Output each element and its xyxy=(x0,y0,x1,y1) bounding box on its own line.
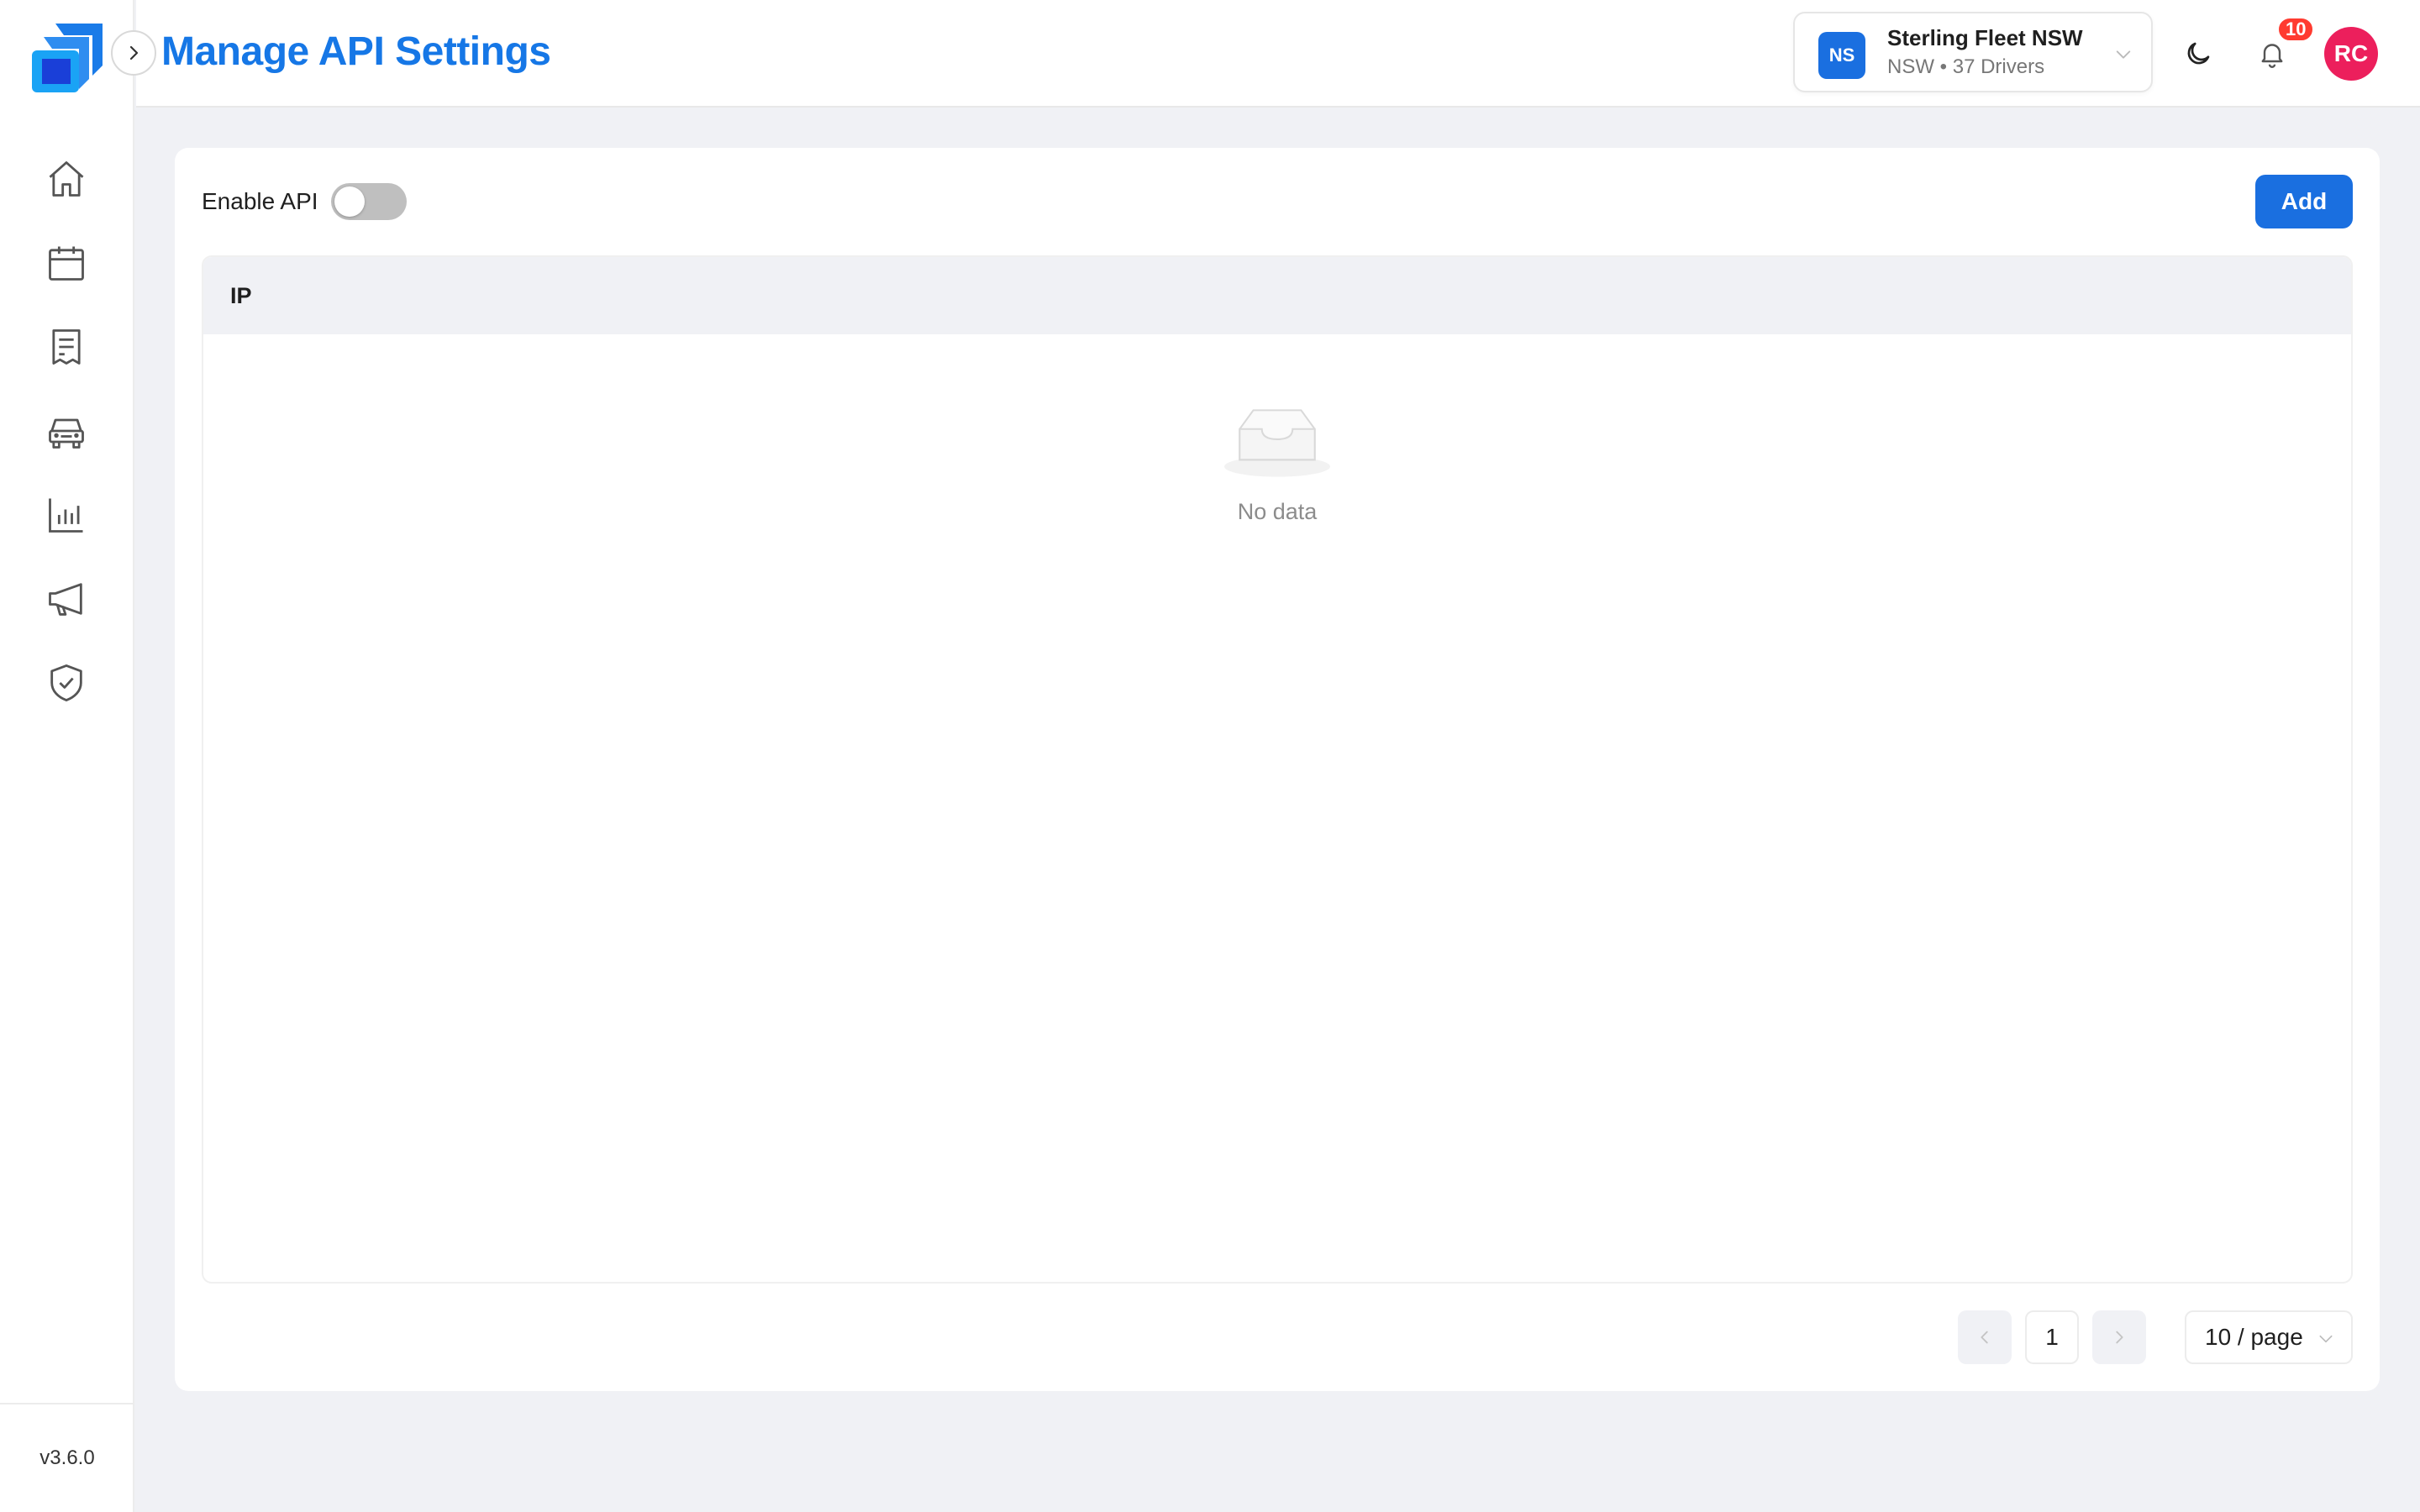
chevron-down-icon xyxy=(2319,1335,2333,1343)
page-size-select[interactable]: 10 / page xyxy=(2185,1310,2353,1364)
table-header: IP xyxy=(203,257,2351,334)
page-title: Manage API Settings xyxy=(161,29,551,74)
app-version: v3.6.0 xyxy=(0,1403,134,1512)
sidebar-expand-button[interactable] xyxy=(111,30,156,76)
bar-chart-icon xyxy=(49,498,83,533)
notification-count-badge: 10 xyxy=(2277,17,2315,42)
add-ip-button[interactable]: Add xyxy=(2255,175,2353,228)
api-settings-card: Enable API Add IP No data 1 10 / page xyxy=(175,148,2380,1391)
enable-api-toggle[interactable] xyxy=(331,183,407,220)
pagination-next-button[interactable] xyxy=(2092,1310,2146,1364)
sidebar-item-vehicles[interactable] xyxy=(42,407,91,455)
sidebar-item-compliance[interactable] xyxy=(42,659,91,707)
moon-icon xyxy=(2187,42,2210,65)
sidebar-item-bookings[interactable] xyxy=(42,323,91,371)
organization-selector[interactable]: NS Sterling Fleet NSW NSW • 37 Drivers xyxy=(1793,12,2153,92)
theme-toggle-button[interactable] xyxy=(2176,32,2220,76)
top-header: Manage API Settings NS Sterling Fleet NS… xyxy=(136,0,2420,108)
pagination-prev-button[interactable] xyxy=(1958,1310,2012,1364)
enable-api-label: Enable API xyxy=(202,188,318,214)
bell-icon xyxy=(2261,44,2283,68)
ip-table: IP No data xyxy=(202,255,2353,1284)
toggle-knob xyxy=(334,186,365,217)
sidebar-item-home[interactable] xyxy=(42,155,91,203)
organization-name: Sterling Fleet NSW xyxy=(1887,25,2083,50)
sidebar: v3.6.0 xyxy=(0,0,134,1512)
chevron-left-icon xyxy=(1981,1331,1988,1344)
page-size-value: 10 / page xyxy=(2205,1324,2303,1350)
shield-check-icon xyxy=(50,664,82,701)
calendar-icon xyxy=(49,246,84,281)
organization-avatar: NS xyxy=(1818,32,1865,79)
chevron-right-icon xyxy=(2116,1331,2123,1344)
sidebar-item-calendar[interactable] xyxy=(42,239,91,287)
organization-subtitle: NSW • 37 Drivers xyxy=(1887,55,2045,78)
receipt-icon xyxy=(52,329,81,365)
empty-state: No data xyxy=(203,405,2351,525)
app-logo[interactable] xyxy=(30,22,104,94)
sidebar-item-reports[interactable] xyxy=(42,491,91,539)
sidebar-item-marketing[interactable] xyxy=(42,575,91,623)
empty-inbox-icon xyxy=(1224,409,1330,477)
empty-state-text: No data xyxy=(1237,499,1318,524)
chevron-down-icon xyxy=(2116,50,2131,59)
user-avatar[interactable]: RC xyxy=(2324,27,2378,81)
pagination-current-page[interactable]: 1 xyxy=(2025,1310,2079,1364)
car-icon xyxy=(49,418,84,449)
column-header-ip: IP xyxy=(230,282,252,308)
chevron-right-icon xyxy=(129,45,139,60)
home-icon xyxy=(49,161,84,197)
megaphone-icon xyxy=(49,583,82,616)
